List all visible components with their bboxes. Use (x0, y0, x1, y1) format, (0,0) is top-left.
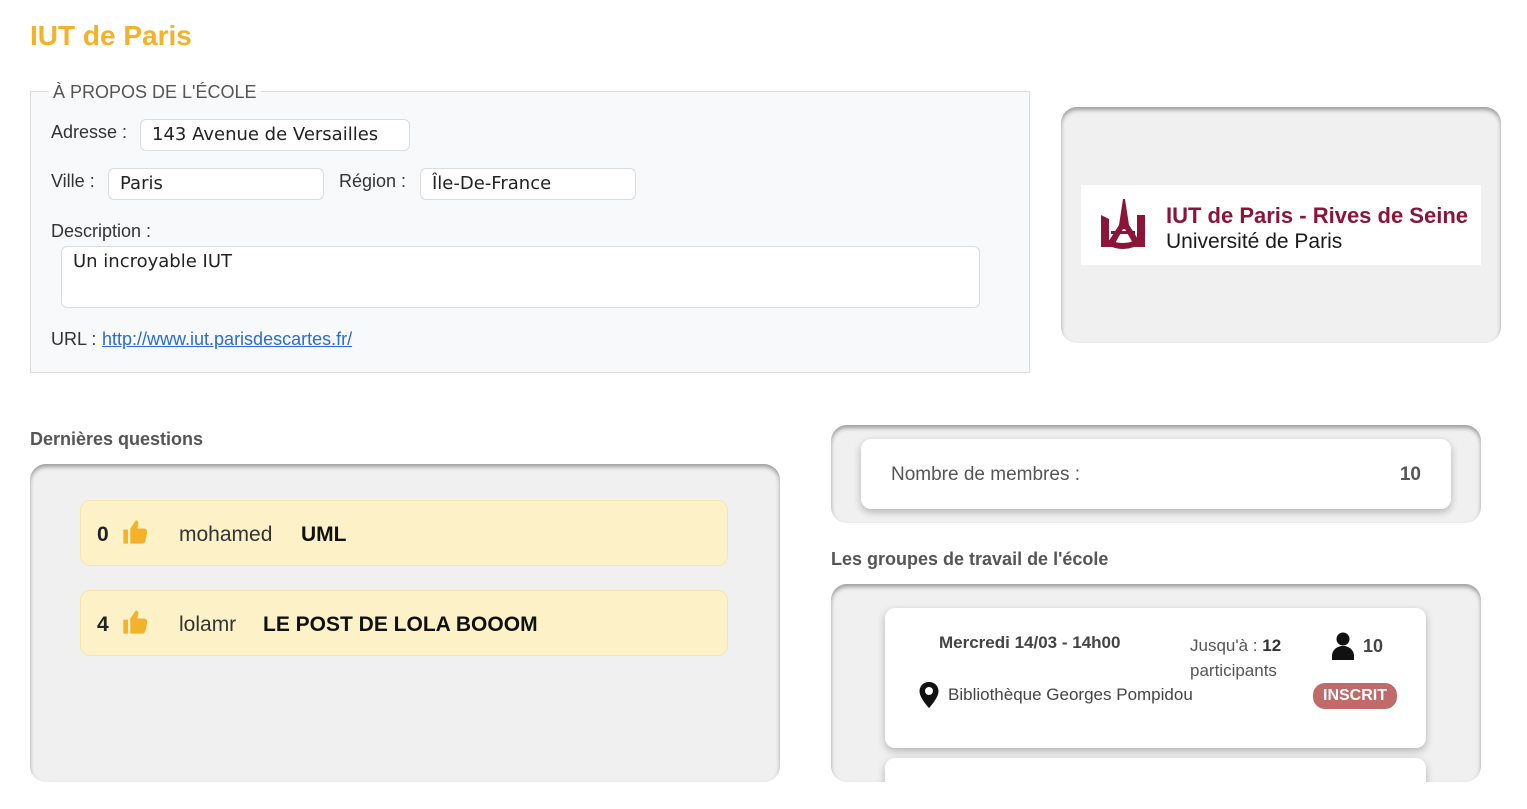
status-badge: INSCRIT (1313, 683, 1397, 709)
question-card[interactable]: 0 mohamed UML (80, 500, 728, 566)
map-pin-icon (919, 682, 939, 708)
about-fieldset: À PROPOS DE L'ÉCOLE Adresse : 143 Avenue… (30, 82, 1030, 373)
about-legend: À PROPOS DE L'ÉCOLE (49, 82, 261, 103)
group-max: 12 (1262, 636, 1282, 655)
group-capacity: Jusqu'à : 12 participants (1190, 633, 1281, 683)
logo-card: IUT de Paris - Rives de Seine Université… (1061, 107, 1501, 343)
user-icon (1332, 632, 1354, 660)
members-label: Nombre de membres : (891, 464, 1081, 485)
question-user[interactable]: lolamr (179, 613, 236, 637)
question-title[interactable]: UML (301, 523, 347, 547)
questions-title: Dernières questions (30, 429, 204, 449)
group-date: Mercredi 14/03 - 14h00 (939, 633, 1121, 652)
thumbs-up-icon[interactable] (121, 608, 149, 636)
members-card: Nombre de membres : 10 (861, 439, 1451, 509)
region-field[interactable]: Île-De-France (420, 168, 636, 200)
group-card[interactable]: Mercredi 14/03 - 14h00 Jusqu'à : 12 part… (885, 608, 1426, 748)
group-place: Bibliothèque Georges Pompidou (948, 685, 1193, 704)
group-participants: 10 (1363, 636, 1384, 656)
questions-panel: 0 mohamed UML 4 lolamr LE POST DE LOLA B… (30, 464, 780, 782)
group-until-suffix: participants (1190, 661, 1277, 680)
question-title[interactable]: LE POST DE LOLA BOOOM (263, 613, 538, 637)
members-panel: Nombre de membres : 10 (831, 425, 1481, 523)
logo-line1: IUT de Paris - Rives de Seine (1166, 203, 1469, 228)
address-field[interactable]: 143 Avenue de Versailles (140, 119, 410, 151)
description-textarea[interactable]: Un incroyable IUT (61, 246, 980, 308)
thumbs-up-icon[interactable] (121, 518, 149, 546)
group-until-prefix: Jusqu'à : (1190, 636, 1258, 655)
question-card[interactable]: 4 lolamr LE POST DE LOLA BOOOM (80, 590, 728, 656)
members-count: 10 (1399, 464, 1421, 485)
question-user[interactable]: mohamed (179, 523, 272, 547)
description-label: Description : (51, 221, 152, 241)
groups-panel: Mercredi 14/03 - 14h00 Jusqu'à : 12 part… (831, 584, 1481, 782)
school-logo: IUT de Paris - Rives de Seine Université… (1081, 185, 1481, 265)
question-votes: 0 (97, 523, 109, 546)
url-link[interactable]: http://www.iut.parisdescartes.fr/ (102, 329, 352, 350)
group-card[interactable] (885, 758, 1426, 782)
url-label: URL : (51, 329, 97, 349)
page-title: IUT de Paris (30, 20, 192, 51)
question-votes: 4 (97, 613, 109, 636)
city-label: Ville : (51, 171, 95, 191)
eiffel-logo-icon (1101, 199, 1145, 249)
region-label: Région : (339, 171, 407, 191)
logo-line2: Université de Paris (1166, 230, 1343, 253)
address-label: Adresse : (51, 122, 128, 142)
city-field[interactable]: Paris (108, 168, 324, 200)
groups-title: Les groupes de travail de l'école (831, 549, 1109, 569)
